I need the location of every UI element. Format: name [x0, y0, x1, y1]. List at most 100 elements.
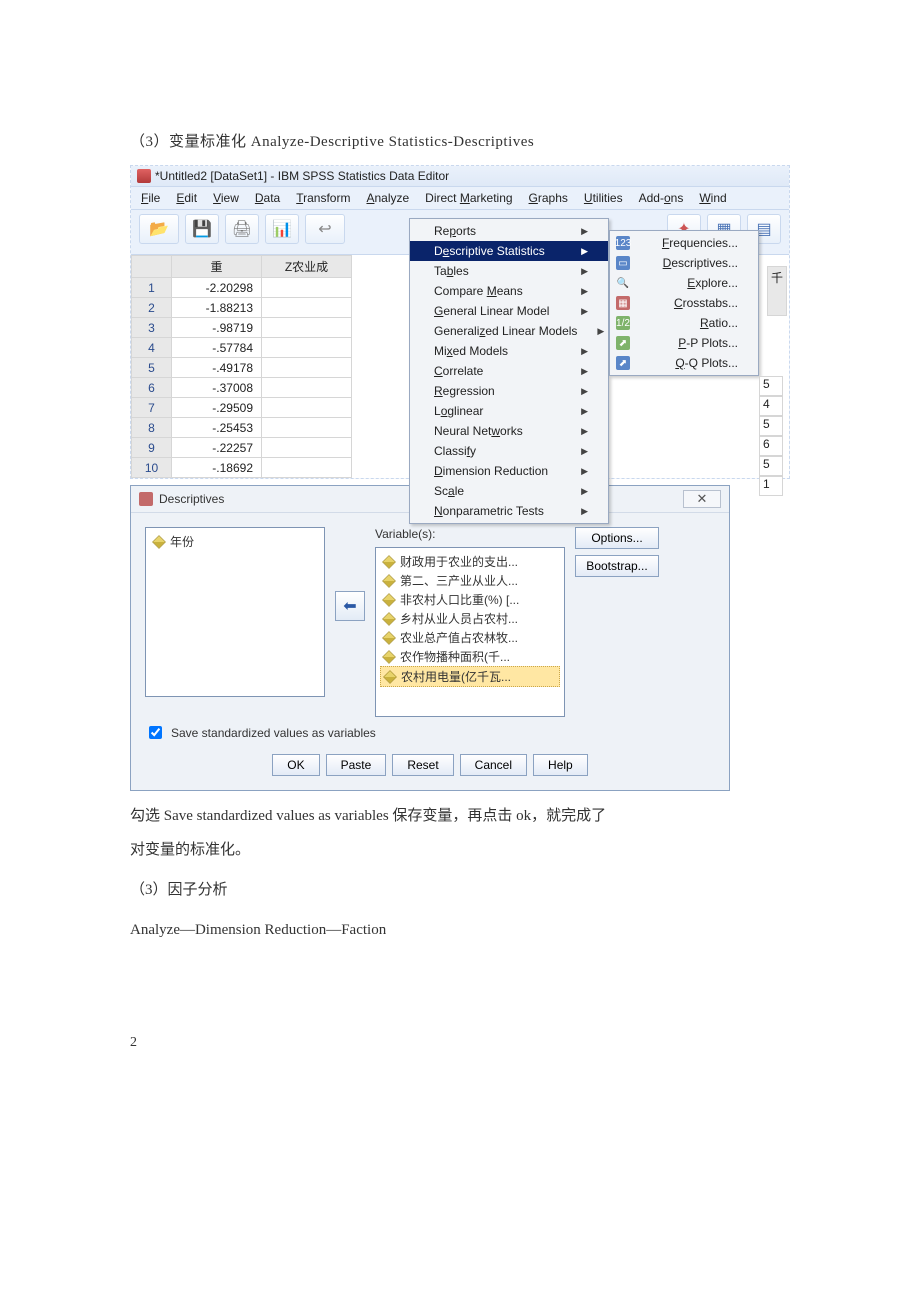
frequencies-icon: 123 [616, 236, 630, 250]
print-icon[interactable]: 🖨 [225, 214, 259, 244]
open-icon[interactable]: 📂 [139, 214, 179, 244]
menu-analyze[interactable]: Analyze [366, 191, 409, 205]
doc-paragraph-2: 对变量的标准化。 [130, 835, 790, 865]
list-item[interactable]: 年份 [150, 532, 320, 551]
window-title: *Untitled2 [DataSet1] - IBM SPSS Statist… [155, 169, 449, 183]
menu-genlin[interactable]: Generalized Linear Models▶ [410, 321, 608, 341]
descriptives-icon: ▭ [616, 256, 630, 270]
menu-loglinear[interactable]: Loglinear▶ [410, 401, 608, 421]
dialog-title-text: Descriptives [159, 492, 224, 506]
dialog-icon [139, 492, 153, 506]
menu-addons[interactable]: Add-ons [639, 191, 684, 205]
move-left-button[interactable]: ⬅ [335, 591, 365, 621]
submenu-crosstabs[interactable]: ▦Crosstabs... [610, 293, 758, 313]
descriptive-submenu: 123Frequencies... ▭Descriptives... 🔍Expl… [609, 230, 759, 376]
menu-view[interactable]: View [213, 191, 239, 205]
bootstrap-button[interactable]: Bootstrap... [575, 555, 659, 577]
list-item[interactable]: 农业总产值占农林牧... [380, 628, 560, 647]
table-row[interactable]: 10-.18692 [132, 458, 352, 478]
list-item[interactable]: 非农村人口比重(%) [... [380, 590, 560, 609]
menu-compare-means[interactable]: Compare Means▶ [410, 281, 608, 301]
menu-mixed[interactable]: Mixed Models▶ [410, 341, 608, 361]
list-item[interactable]: 乡村从业人员占农村... [380, 609, 560, 628]
table-row[interactable]: 2-1.88213 [132, 298, 352, 318]
menu-glm[interactable]: General Linear Model▶ [410, 301, 608, 321]
menu-classify[interactable]: Classify▶ [410, 441, 608, 461]
paste-button[interactable]: Paste [326, 754, 387, 776]
table-row[interactable]: 9-.22257 [132, 438, 352, 458]
submenu-ratio[interactable]: 1/2Ratio... [610, 313, 758, 333]
arrow-left-icon: ⬅ [343, 596, 356, 616]
menu-tables[interactable]: Tables▶ [410, 261, 608, 281]
scale-variable-icon [382, 612, 396, 626]
table-row[interactable]: 6-.37008 [132, 378, 352, 398]
crosstabs-icon: ▦ [616, 296, 630, 310]
menu-dimension-reduction[interactable]: Dimension Reduction▶ [410, 461, 608, 481]
close-icon: ✕ [697, 491, 708, 507]
save-icon[interactable]: 💾 [185, 214, 219, 244]
qq-icon: ⬈ [616, 356, 630, 370]
table-row[interactable]: 7-.29509 [132, 398, 352, 418]
page-number: 2 [130, 1035, 790, 1051]
chart-icon[interactable]: 📊 [265, 214, 299, 244]
ok-button[interactable]: OK [272, 754, 319, 776]
cancel-button[interactable]: Cancel [460, 754, 527, 776]
list-item[interactable]: 第二、三产业从业人... [380, 571, 560, 590]
scale-variable-icon [382, 650, 396, 664]
scale-variable-icon [382, 555, 396, 569]
menu-nonparametric[interactable]: Nonparametric Tests▶ [410, 501, 608, 521]
menu-direct-marketing[interactable]: Direct Marketing [425, 191, 512, 205]
menu-data[interactable]: Data [255, 191, 280, 205]
pp-icon: ⬈ [616, 336, 630, 350]
menu-scale[interactable]: Scale▶ [410, 481, 608, 501]
explore-icon: 🔍 [616, 276, 630, 290]
help-button[interactable]: Help [533, 754, 588, 776]
descriptives-dialog: Descriptives ✕ 年份 ⬅ Variable(s): 财政用于农业的… [130, 485, 730, 791]
menu-window[interactable]: Wind [699, 191, 726, 205]
menu-neural[interactable]: Neural Networks▶ [410, 421, 608, 441]
menu-utilities[interactable]: Utilities [584, 191, 623, 205]
col-header-1[interactable]: 重 [172, 256, 262, 278]
list-item[interactable]: 财政用于农业的支出... [380, 552, 560, 571]
table-row[interactable]: 3-.98719 [132, 318, 352, 338]
save-standardized-checkbox[interactable] [149, 726, 162, 739]
menu-reports[interactable]: Reports▶ [410, 221, 608, 241]
submenu-frequencies[interactable]: 123Frequencies... [610, 233, 758, 253]
menu-graphs[interactable]: Graphs [529, 191, 568, 205]
menu-edit[interactable]: Edit [176, 191, 197, 205]
doc-section-2-title: （3）因子分析 [130, 875, 790, 905]
doc-paragraph-1: 勾选 Save standardized values as variables… [130, 801, 790, 831]
list-item[interactable]: 农村用电量(亿千瓦... [380, 666, 560, 687]
submenu-qq-plots[interactable]: ⬈Q-Q Plots... [610, 353, 758, 373]
app-icon [137, 169, 151, 183]
menu-regression[interactable]: Regression▶ [410, 381, 608, 401]
submenu-explore[interactable]: 🔍Explore... [610, 273, 758, 293]
table-row[interactable]: 4-.57784 [132, 338, 352, 358]
col-header-2[interactable]: Z农业成 [262, 256, 352, 278]
spss-window: *Untitled2 [DataSet1] - IBM SPSS Statist… [130, 165, 790, 479]
scale-variable-icon [382, 593, 396, 607]
source-variable-list[interactable]: 年份 [145, 527, 325, 697]
options-button[interactable]: Options... [575, 527, 659, 549]
menu-descriptive-statistics[interactable]: Descriptive Statistics▶ [410, 241, 608, 261]
table-row[interactable]: 8-.25453 [132, 418, 352, 438]
undo-icon[interactable]: ↩ [305, 214, 345, 244]
menu-correlate[interactable]: Correlate▶ [410, 361, 608, 381]
scale-variable-icon [382, 574, 396, 588]
submenu-pp-plots[interactable]: ⬈P-P Plots... [610, 333, 758, 353]
menu-transform[interactable]: Transform [296, 191, 350, 205]
dialog-button-row: OK Paste Reset Cancel Help [131, 748, 729, 790]
ratio-icon: 1/2 [616, 316, 630, 330]
reset-button[interactable]: Reset [392, 754, 453, 776]
close-button[interactable]: ✕ [683, 490, 721, 508]
doc-heading: （3）变量标准化 Analyze-Descriptive Statistics-… [130, 130, 790, 151]
table-row[interactable]: 5-.49178 [132, 358, 352, 378]
data-grid[interactable]: 重 Z农业成 1-2.20298 2-1.88213 3-.98719 4-.5… [131, 255, 352, 478]
variable-label: Variable(s): [375, 527, 565, 541]
analyze-dropdown: Reports▶ Descriptive Statistics▶ Tables▶… [409, 218, 609, 524]
table-row[interactable]: 1-2.20298 [132, 278, 352, 298]
target-variable-list[interactable]: 财政用于农业的支出... 第二、三产业从业人... 非农村人口比重(%) [..… [375, 547, 565, 717]
menu-file[interactable]: File [141, 191, 160, 205]
list-item[interactable]: 农作物播种面积(千... [380, 647, 560, 666]
submenu-descriptives[interactable]: ▭Descriptives... [610, 253, 758, 273]
